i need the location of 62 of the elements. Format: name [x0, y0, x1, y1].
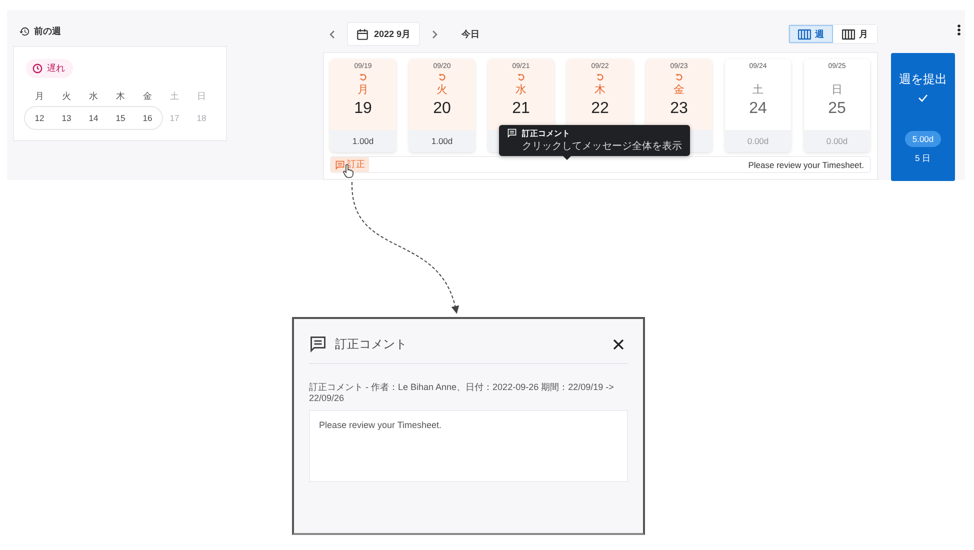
date-label: 12	[34, 112, 44, 125]
weekday-label: 土	[752, 83, 764, 97]
date-label: 14	[88, 112, 98, 125]
day-number: 19	[354, 100, 372, 118]
weekday-label: 月	[358, 83, 368, 97]
date-label: 16	[142, 112, 152, 125]
day-total: 1.00d	[352, 136, 374, 146]
comment-meta: 訂正コメント - 作者：Le Bihan Anne、日付：2022-09-26 期間：22/09/19 -> 22/09/26	[309, 382, 615, 404]
weekday-label: 金	[674, 83, 684, 97]
day-number: 21	[512, 100, 530, 118]
comment-icon	[309, 335, 327, 353]
day-total: 0.00d	[747, 136, 769, 146]
right-chevron-icon	[432, 30, 438, 38]
columns-icon	[798, 28, 811, 40]
weekday-label: 月	[35, 90, 44, 103]
weekday-label: 火	[436, 83, 448, 97]
undo-icon	[438, 73, 446, 81]
day-total: 1.00d	[431, 136, 453, 146]
weekday-label: 水	[516, 83, 526, 97]
date-label: 15	[116, 112, 126, 125]
left-chevron-icon	[329, 30, 335, 38]
weekday-label: 金	[143, 90, 152, 103]
undo-icon	[596, 73, 604, 81]
weekday-label: 日	[832, 83, 842, 97]
day-number: 23	[670, 100, 688, 118]
day-number: 20	[433, 100, 451, 118]
day-total: 0.00d	[826, 136, 848, 146]
today-button[interactable]: 今日	[456, 26, 486, 42]
comment-preview: Please review your Timesheet.	[748, 160, 865, 170]
day-count: 5 日	[914, 153, 932, 165]
comment-icon	[335, 160, 345, 170]
columns-icon	[842, 28, 855, 40]
submit-week-button[interactable]: 週を提出 5.00d 5 日	[891, 53, 955, 181]
clock-icon	[32, 63, 43, 74]
weekday-label: 木	[116, 90, 125, 103]
weekday-label: 木	[594, 83, 606, 97]
undo-icon	[359, 73, 367, 81]
month-picker-button[interactable]: 2022 9月	[347, 22, 420, 46]
date-label: 18	[196, 112, 206, 125]
comment-icon	[507, 128, 517, 138]
undo-icon	[517, 73, 525, 81]
previous-week-button[interactable]: 前の週	[13, 16, 67, 46]
day-number: 24	[749, 100, 767, 118]
day-number: 22	[591, 100, 609, 118]
dialog-title: 訂正コメント	[335, 336, 408, 352]
close-icon	[613, 339, 624, 350]
weekday-label: 日	[197, 90, 206, 103]
check-icon	[918, 94, 928, 102]
week-total: 5.00d	[905, 131, 941, 147]
view-toggle[interactable]: 週	[789, 25, 833, 43]
weekday-label: 水	[89, 90, 98, 103]
weekday-label: 土	[170, 90, 179, 103]
day-number: 25	[828, 100, 846, 118]
late-status-badge: 遅れ	[26, 59, 73, 78]
comment-text-area: Please review your Timesheet.	[309, 410, 628, 482]
weekday-label: 火	[62, 90, 71, 103]
date-label: 17	[170, 112, 180, 125]
more-options-button[interactable]	[955, 24, 963, 38]
undo-icon	[675, 73, 683, 81]
history-icon	[19, 26, 30, 36]
date-label: 13	[62, 112, 72, 125]
calendar-icon	[356, 28, 369, 40]
